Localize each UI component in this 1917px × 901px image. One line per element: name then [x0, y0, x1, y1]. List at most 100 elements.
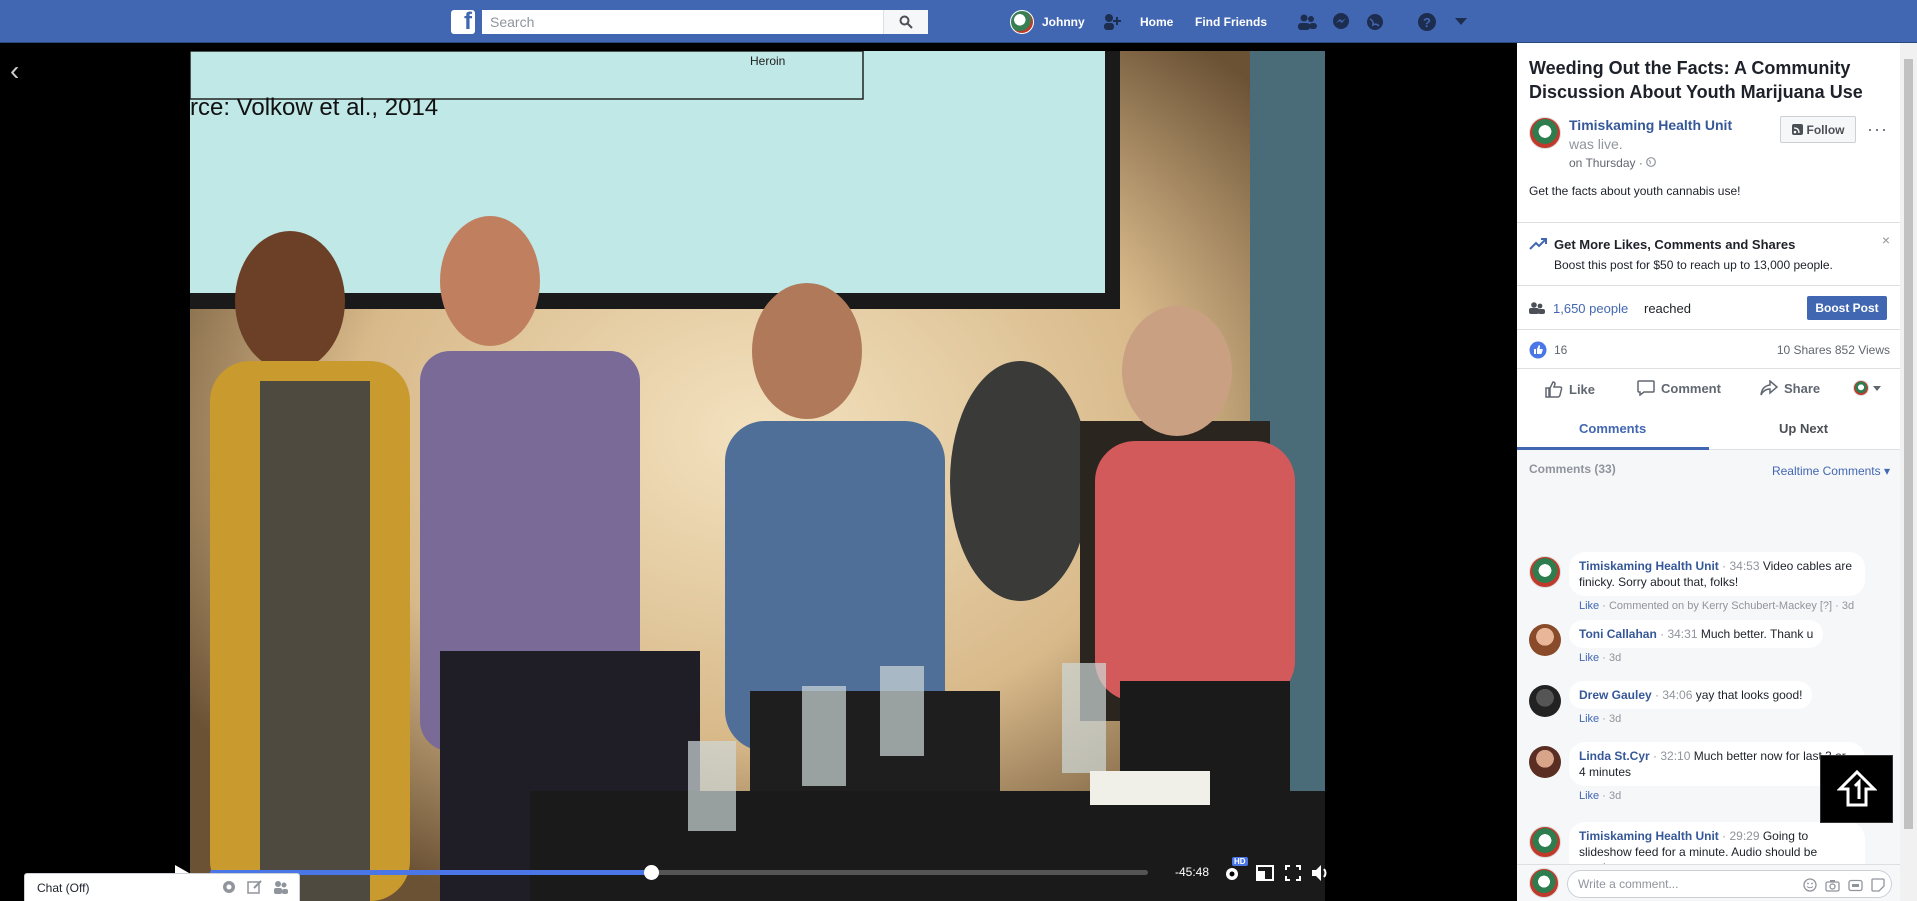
comment-author[interactable]: Linda St.Cyr [1579, 749, 1650, 763]
find-friends-link[interactable]: Find Friends [1195, 15, 1267, 29]
back-arrow-icon[interactable]: ‹ [10, 57, 19, 85]
comment-like-link[interactable]: Like [1579, 713, 1599, 725]
user-name: Johnny [1042, 14, 1085, 29]
boost-post-button[interactable]: Boost Post [1807, 296, 1887, 320]
post-time-text: on Thursday · [1569, 156, 1647, 170]
avatar[interactable] [1529, 685, 1561, 717]
comment-meta: Like · 3d [1579, 790, 1621, 802]
comment-bubble: Drew Gauley · 34:06 yay that looks good! [1569, 681, 1813, 709]
boost-suggestion-panel: Get More Likes, Comments and Shares Boos… [1517, 222, 1900, 286]
comment-author[interactable]: Toni Callahan [1579, 627, 1657, 641]
like-reaction-icon[interactable] [1529, 341, 1547, 359]
comment-label: Comment [1661, 380, 1721, 396]
scrollbar-thumb[interactable] [1904, 59, 1913, 829]
comment-text: yay that looks good! [1695, 688, 1803, 702]
avatar[interactable] [1529, 556, 1561, 588]
profile-link[interactable]: Johnny [1010, 0, 1085, 43]
settings-gear-icon[interactable]: HD [1220, 857, 1248, 885]
comment-like-link[interactable]: Like [1579, 652, 1599, 664]
chevron-down-icon [1873, 385, 1881, 391]
scroll-to-top-button[interactable] [1820, 755, 1893, 823]
facebook-logo-icon[interactable]: f [451, 8, 475, 35]
comment-text: Much better. Thank u [1700, 627, 1814, 641]
comment-input-icons [1803, 871, 1885, 899]
more-options-icon[interactable]: ··· [1867, 119, 1888, 140]
friend-requests-icon[interactable] [1295, 10, 1319, 34]
hd-badge: HD [1232, 857, 1248, 866]
share-button[interactable]: Share [1760, 380, 1820, 396]
new-group-icon[interactable] [273, 879, 289, 895]
sidebar-scrollbar[interactable] [1900, 43, 1917, 901]
tab-comments[interactable]: Comments [1579, 421, 1646, 436]
gif-icon[interactable] [1848, 879, 1863, 892]
like-button[interactable]: Like [1545, 380, 1595, 398]
comment-bubble: Toni Callahan · 34:31 Much better. Thank… [1569, 620, 1824, 648]
reach-count-link[interactable]: 1,650 people [1553, 301, 1628, 316]
theater-mode-icon[interactable] [1253, 861, 1277, 885]
avatar[interactable] [1529, 624, 1561, 656]
boost-title: Get More Likes, Comments and Shares [1554, 237, 1796, 252]
notifications-globe-icon[interactable] [1363, 10, 1387, 34]
progress-scrubber[interactable] [643, 865, 659, 880]
comment-time[interactable]: · 34:53 [1719, 559, 1763, 573]
comment-like-link[interactable]: Like [1579, 600, 1599, 612]
comment-time[interactable]: · 32:10 [1650, 749, 1694, 763]
comment-bubble-icon [1637, 380, 1655, 396]
video-player[interactable]: Heroin rce: Volkow et al., 2014 [190, 51, 1325, 901]
post-as-selector[interactable] [1853, 380, 1881, 396]
comment-meta-text: · 3d [1599, 652, 1622, 664]
chat-settings-gear-icon[interactable] [221, 879, 237, 895]
slide-text: rce: Volkow et al., 2014 [190, 94, 438, 121]
post-description: Get the facts about youth cannabis use! [1529, 184, 1741, 198]
comment-input[interactable]: Write a comment... [1567, 870, 1892, 898]
shares-views-count[interactable]: 10 Shares 852 Views [1777, 343, 1890, 357]
chat-bar[interactable]: Chat (Off) [24, 873, 300, 901]
search-button[interactable] [883, 10, 928, 34]
help-icon[interactable]: ? [1415, 10, 1439, 34]
thumbs-up-icon [1545, 381, 1563, 398]
search-input[interactable] [482, 10, 882, 34]
top-nav-bar: f Johnny Home Find Friends ? [0, 0, 1917, 43]
comment-meta-text: · 3d [1599, 790, 1622, 802]
comment-time[interactable]: · 34:31 [1657, 627, 1701, 641]
follow-button[interactable]: Follow [1780, 116, 1856, 143]
create-icon[interactable] [1100, 10, 1124, 34]
sticker-icon[interactable] [1871, 878, 1885, 892]
comment-meta-text: · Commented on by Kerry Schubert-Mackey … [1599, 600, 1855, 612]
likes-count[interactable]: 16 [1554, 343, 1567, 357]
comment-button[interactable]: Comment [1637, 380, 1721, 396]
comment-time[interactable]: · 34:06 [1652, 688, 1696, 702]
comments-header: Comments (33) Realtime Comments ▾ [1517, 450, 1900, 494]
comment-like-link[interactable]: Like [1579, 790, 1599, 802]
close-icon[interactable]: × [1882, 232, 1890, 248]
follow-rss-icon [1791, 124, 1803, 135]
comments-count: Comments (33) [1529, 462, 1616, 476]
realtime-comments-dropdown[interactable]: Realtime Comments ▾ [1772, 464, 1890, 478]
follow-label: Follow [1806, 122, 1845, 137]
fullscreen-icon[interactable] [1281, 861, 1305, 885]
tab-up-next[interactable]: Up Next [1779, 421, 1828, 436]
avatar[interactable] [1529, 746, 1561, 778]
comment-author[interactable]: Drew Gauley [1579, 688, 1652, 702]
avatar[interactable] [1529, 826, 1561, 858]
volume-icon[interactable] [1309, 861, 1333, 885]
emoji-icon[interactable] [1803, 878, 1817, 892]
logo-letter: f [464, 8, 472, 35]
comment-author[interactable]: Timiskaming Health Unit [1579, 829, 1719, 843]
messenger-icon[interactable] [1329, 10, 1353, 34]
author-name-link[interactable]: Timiskaming Health Unit [1569, 117, 1732, 133]
page-avatar[interactable] [1529, 117, 1561, 149]
comment-author[interactable]: Timiskaming Health Unit [1579, 559, 1719, 573]
progress-bar[interactable] [210, 865, 1148, 880]
comment-bubble: Timiskaming Health Unit · 34:53 Video ca… [1569, 552, 1865, 596]
home-link[interactable]: Home [1140, 15, 1173, 29]
post-timestamp[interactable]: on Thursday · [1569, 156, 1657, 170]
camera-icon[interactable] [1825, 879, 1840, 892]
trending-up-icon [1529, 238, 1547, 250]
boost-subtitle: Boost this post for $50 to reach up to 1… [1554, 258, 1833, 272]
account-menu-chevron-down-icon[interactable] [1449, 10, 1473, 34]
author-status: was live. [1569, 136, 1623, 152]
reach-label: reached [1644, 301, 1691, 316]
new-message-icon[interactable] [247, 879, 263, 895]
comment-time[interactable]: · 29:29 [1719, 829, 1763, 843]
